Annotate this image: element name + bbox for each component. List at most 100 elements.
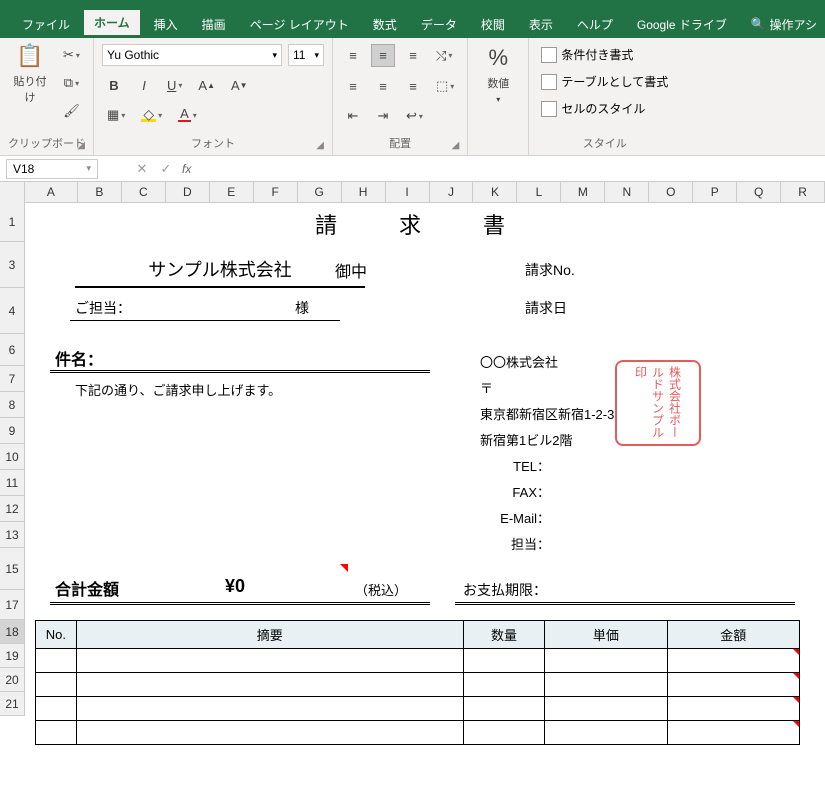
wrap-text-button[interactable]: ↩	[401, 105, 428, 127]
row-header[interactable]: 15	[0, 548, 25, 590]
column-header[interactable]: I	[386, 182, 430, 202]
name-box[interactable]: V18▾	[6, 159, 98, 179]
align-top-button[interactable]: ≡	[341, 45, 365, 67]
format-as-table-button[interactable]: テーブルとして書式	[537, 71, 672, 92]
row-header[interactable]: 6	[0, 334, 25, 366]
column-header[interactable]: B	[78, 182, 122, 202]
tab-google-drive[interactable]: Google ドライブ	[627, 12, 737, 37]
select-all-corner[interactable]	[0, 182, 25, 202]
increase-indent-button[interactable]: ⇥	[371, 105, 395, 127]
row-header[interactable]: 12	[0, 496, 25, 522]
row-header[interactable]: 17	[0, 590, 25, 620]
row-header[interactable]: 3	[0, 242, 25, 288]
row-header[interactable]: 20	[0, 668, 25, 692]
column-header[interactable]: O	[649, 182, 693, 202]
align-right-button[interactable]: ≡	[401, 75, 425, 97]
font-size-select[interactable]: 11▾	[288, 44, 324, 66]
sender-email-label: E-Mail：	[480, 506, 550, 532]
spreadsheet-grid[interactable]: ABCDEFGHIJKLMNOPQR 134678910111213151718…	[0, 182, 825, 203]
tab-page-layout[interactable]: ページ レイアウト	[240, 12, 359, 37]
table-row[interactable]	[36, 697, 800, 721]
cancel-formula-button[interactable]: ✕	[130, 161, 154, 177]
column-header[interactable]: L	[517, 182, 561, 202]
clipboard-launcher-icon[interactable]: ◢	[77, 140, 85, 151]
row-header[interactable]: 9	[0, 418, 25, 444]
column-header[interactable]: D	[166, 182, 210, 202]
row-header[interactable]: 19	[0, 644, 25, 668]
align-launcher-icon[interactable]: ◢	[452, 140, 460, 151]
column-header[interactable]: P	[693, 182, 737, 202]
number-label: 数値	[487, 75, 509, 91]
group-align-label: 配置	[389, 138, 411, 150]
column-header[interactable]: E	[210, 182, 254, 202]
align-middle-button[interactable]: ≡	[371, 44, 395, 67]
row-header[interactable]: 18	[0, 620, 25, 644]
table-row[interactable]	[36, 673, 800, 697]
tab-data[interactable]: データ	[411, 12, 467, 37]
row-header[interactable]: 11	[0, 470, 25, 496]
group-clipboard: 📋 貼り付け ✂ ⧉ 🖌 クリップボード◢	[0, 38, 94, 155]
align-bottom-button[interactable]: ≡	[401, 45, 425, 67]
row-header[interactable]: 21	[0, 692, 25, 716]
align-center-button[interactable]: ≡	[371, 75, 395, 97]
copy-button[interactable]: ⧉	[58, 72, 85, 94]
group-styles-label: スタイル	[583, 138, 627, 150]
formula-input[interactable]	[195, 160, 825, 178]
cut-button[interactable]: ✂	[58, 44, 85, 66]
column-header[interactable]: Q	[737, 182, 781, 202]
column-header[interactable]: R	[781, 182, 825, 202]
orientation-button[interactable]: ⤭	[431, 45, 457, 67]
increase-font-button[interactable]: A▲	[193, 74, 220, 96]
tab-home[interactable]: ホーム	[84, 10, 140, 38]
align-left-button[interactable]: ≡	[341, 75, 365, 97]
comment-indicator-icon[interactable]	[340, 564, 348, 572]
conditional-formatting-button[interactable]: 条件付き書式	[537, 44, 672, 65]
number-format-button[interactable]: % 数値 ▾	[476, 42, 520, 106]
format-painter-button[interactable]: 🖌	[58, 100, 85, 122]
sender-block: 〇〇株式会社 〒 東京都新宿区新宿1-2-3 新宿第1ビル2階 TEL： FAX…	[480, 350, 614, 558]
tab-insert[interactable]: 挿入	[144, 12, 188, 37]
group-number: % 数値 ▾	[468, 38, 529, 155]
row-header[interactable]: 13	[0, 522, 25, 548]
column-header[interactable]: N	[605, 182, 649, 202]
tab-formulas[interactable]: 数式	[363, 12, 407, 37]
cell-styles-button[interactable]: セルのスタイル	[537, 98, 672, 119]
row-header[interactable]: 7	[0, 366, 25, 392]
decrease-font-button[interactable]: A▼	[226, 74, 253, 96]
tell-me-search[interactable]: 🔍 操作アシ	[751, 16, 817, 33]
tab-help[interactable]: ヘルプ	[567, 12, 623, 37]
italic-button[interactable]: I	[132, 74, 156, 96]
font-name-select[interactable]: Yu Gothic▾	[102, 44, 282, 66]
row-header[interactable]: 1	[0, 202, 25, 242]
column-header[interactable]: C	[122, 182, 166, 202]
table-row[interactable]	[36, 721, 800, 745]
column-header[interactable]: K	[473, 182, 517, 202]
column-headers: ABCDEFGHIJKLMNOPQR	[0, 182, 825, 203]
enter-formula-button[interactable]: ✓	[154, 161, 178, 177]
fill-color-button[interactable]: ◇	[136, 104, 167, 126]
column-header[interactable]: G	[298, 182, 342, 202]
merge-cells-button[interactable]: ⬚	[431, 75, 459, 97]
row-header[interactable]: 4	[0, 288, 25, 334]
column-header[interactable]: M	[561, 182, 605, 202]
column-header[interactable]: A	[25, 182, 78, 202]
row-header[interactable]: 10	[0, 444, 25, 470]
search-icon: 🔍	[751, 17, 766, 31]
tab-review[interactable]: 校閲	[471, 12, 515, 37]
borders-button[interactable]: ▦	[102, 104, 130, 126]
font-color-button[interactable]: A	[173, 104, 202, 126]
column-header[interactable]: H	[342, 182, 386, 202]
underline-button[interactable]: U	[162, 74, 187, 96]
tab-draw[interactable]: 描画	[192, 12, 236, 37]
paste-button[interactable]: 📋 貼り付け	[8, 42, 52, 106]
font-launcher-icon[interactable]: ◢	[316, 140, 324, 151]
bold-button[interactable]: B	[102, 74, 126, 96]
table-row[interactable]	[36, 649, 800, 673]
column-header[interactable]: J	[430, 182, 474, 202]
tab-file[interactable]: ファイル	[12, 12, 80, 37]
fx-icon[interactable]: fx	[178, 162, 195, 176]
tab-view[interactable]: 表示	[519, 12, 563, 37]
column-header[interactable]: F	[254, 182, 298, 202]
row-header[interactable]: 8	[0, 392, 25, 418]
decrease-indent-button[interactable]: ⇤	[341, 105, 365, 127]
